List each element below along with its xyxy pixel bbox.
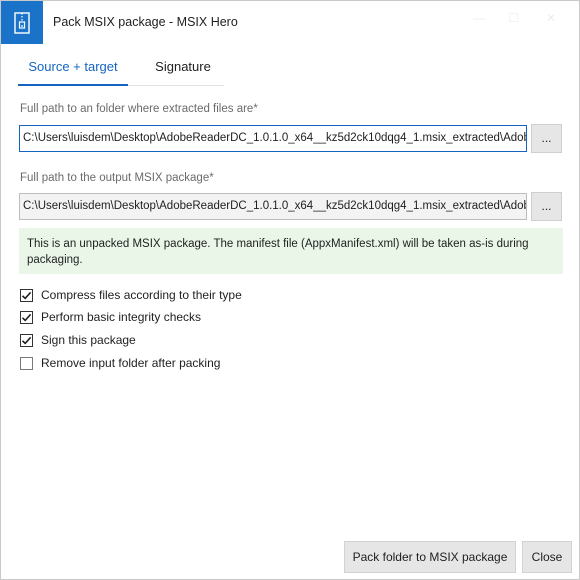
integrity-checks-label: Perform basic integrity checks [41,310,202,324]
maximize-icon[interactable]: ☐ [504,9,524,27]
pack-msix-dialog: Pack MSIX package - MSIX Hero — ☐ ✕ Sour… [0,0,580,580]
output-package-input[interactable]: C:\Users\luisdem\Desktop\AdobeReaderDC_1… [19,193,527,220]
minimize-icon[interactable]: — [469,9,489,27]
pack-folder-button[interactable]: Pack folder to MSIX package [344,541,516,573]
integrity-checks-option[interactable]: Perform basic integrity checks [20,308,201,326]
browse-output-button[interactable]: ... [531,192,562,221]
checkmark-icon [21,313,32,322]
zip-package-icon [1,1,43,44]
close-icon[interactable]: ✕ [541,9,561,27]
compress-files-option[interactable]: Compress files according to their type [20,286,242,304]
output-package-label: Full path to the output MSIX package* [20,172,214,184]
remove-input-folder-option[interactable]: Remove input folder after packing [20,354,220,372]
source-folder-input[interactable]: C:\Users\luisdem\Desktop\AdobeReaderDC_1… [19,125,527,152]
remove-input-folder-label: Remove input folder after packing [41,356,221,370]
window-title: Pack MSIX package - MSIX Hero [53,15,238,29]
remove-input-folder-checkbox[interactable] [20,356,33,370]
sign-package-checkbox[interactable] [20,333,33,347]
sign-package-option[interactable]: Sign this package [20,331,136,349]
title-bar[interactable]: Pack MSIX package - MSIX Hero — ☐ ✕ [1,1,579,44]
sign-package-label: Sign this package [41,333,136,347]
tab-source-target[interactable]: Source + target [18,51,128,83]
source-folder-label: Full path to an folder where extracted f… [20,103,258,115]
tab-track [128,85,224,86]
close-button[interactable]: Close [522,541,572,573]
tab-signature[interactable]: Signature [142,51,224,83]
selected-tab-indicator [18,84,128,86]
checkmark-icon [21,291,32,300]
checkmark-icon [21,336,32,345]
browse-source-button[interactable]: ... [531,124,562,153]
unpacked-package-info: This is an unpacked MSIX package. The ma… [19,228,563,274]
compress-files-checkbox[interactable] [20,288,33,302]
integrity-checks-checkbox[interactable] [20,310,33,324]
compress-files-label: Compress files according to their type [41,288,242,302]
